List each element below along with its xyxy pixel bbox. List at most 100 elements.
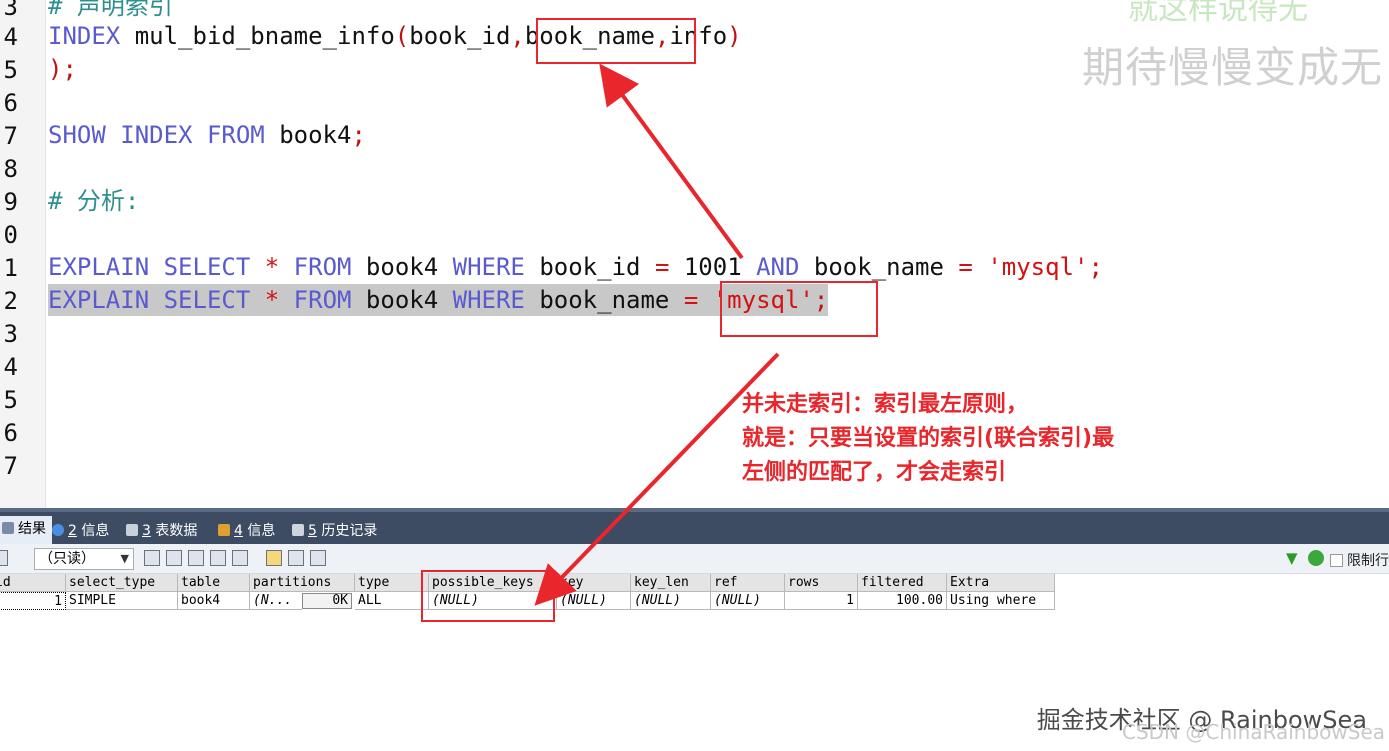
column-header-ref[interactable]: ref	[711, 574, 785, 592]
line-number: 9	[3, 188, 18, 216]
select-value: （只读）	[39, 551, 95, 567]
cell-rows[interactable]: 1	[785, 592, 858, 610]
line-number: 5	[3, 56, 18, 84]
line-number: 2	[3, 287, 18, 315]
line-number: 7	[3, 452, 18, 480]
tab-messages-2[interactable]: 2 信息	[46, 518, 115, 544]
comma: ,	[510, 22, 525, 50]
cell-filtered[interactable]: 100.00	[858, 592, 947, 610]
result-tabbar: 结果 2 信息 3 表数据 4 信息 5 历史记录	[0, 508, 1389, 544]
tab-results[interactable]: 结果	[0, 516, 52, 544]
limit-rows-label: 限制行	[1347, 553, 1389, 569]
export-icon[interactable]	[0, 550, 8, 566]
limit-rows-toggle[interactable]: 限制行	[1330, 550, 1389, 570]
column-header-partitions[interactable]: partitions	[250, 574, 355, 592]
operator: =	[683, 286, 699, 314]
cell-id[interactable]: 1	[0, 592, 66, 610]
line-number: 8	[3, 155, 18, 183]
line-number: 7	[3, 122, 18, 150]
delete-icon[interactable]	[210, 550, 226, 566]
cell-partitions[interactable]: (N...	[250, 592, 302, 610]
tab-number: 5	[308, 523, 317, 539]
line-number: 5	[3, 386, 18, 414]
code-line-12-selected[interactable]: EXPLAIN SELECT * FROM book4 WHERE book_n…	[48, 284, 829, 316]
cell-key-len[interactable]: (NULL)	[631, 592, 711, 610]
cell-type[interactable]: ALL	[355, 592, 429, 610]
info-cube-icon	[218, 524, 230, 536]
tab-history[interactable]: 5 历史记录	[286, 518, 383, 544]
column-header-key-len[interactable]: key_len	[631, 574, 711, 592]
identifier: book4	[279, 121, 352, 149]
readonly-mode-select[interactable]: （只读） ▼	[34, 548, 134, 570]
paste-row-icon[interactable]	[166, 550, 182, 566]
table-icon	[126, 524, 138, 536]
save-icon[interactable]	[188, 550, 204, 566]
cell-key[interactable]: (NULL)	[557, 592, 631, 610]
column-header-table[interactable]: table	[178, 574, 250, 592]
cell-ref[interactable]: (NULL)	[711, 592, 785, 610]
text-view-icon[interactable]	[310, 550, 326, 566]
line-number: 1	[3, 254, 18, 282]
column-header-key[interactable]: key	[557, 574, 631, 592]
info-icon	[52, 524, 64, 536]
footer-csdn-watermark: CSDN @ChinaRainbowSea	[1122, 720, 1385, 744]
identifier: book4	[365, 253, 439, 281]
keyword: WHERE	[452, 286, 525, 314]
column-header-extra[interactable]: Extra	[947, 574, 1055, 592]
cell-partitions-blob-size[interactable]: 0K	[302, 593, 352, 609]
tab-number: 3	[142, 523, 151, 539]
reset-filter-icon[interactable]	[1308, 550, 1324, 566]
highlight-box-mysql-literal	[720, 281, 878, 337]
line-number: 6	[3, 89, 18, 117]
tab-info-4[interactable]: 4 信息	[212, 518, 281, 544]
watermark-top-text: 就这样说得无	[1128, 0, 1308, 27]
number: 1001	[683, 253, 742, 281]
filter-icon[interactable]: ▼	[1286, 550, 1302, 566]
tab-table-data[interactable]: 3 表数据	[120, 518, 203, 544]
tab-label: 表数据	[150, 523, 198, 539]
code-line-9[interactable]: # 分析:	[48, 185, 139, 217]
code-line-11[interactable]: EXPLAIN SELECT * FROM book4 WHERE book_i…	[48, 251, 1103, 283]
keyword: SELECT	[163, 253, 251, 281]
cell-extra[interactable]: Using where	[947, 592, 1055, 610]
column-header-id[interactable]: id	[0, 574, 66, 592]
identifier: book_id	[409, 22, 511, 50]
tab-number: 2	[68, 523, 77, 539]
keyword: FROM	[293, 253, 352, 281]
copy-row-icon[interactable]	[144, 550, 160, 566]
tab-label: 信息	[76, 523, 110, 539]
code-line-7[interactable]: SHOW INDEX FROM book4;	[48, 119, 366, 151]
column-header-type[interactable]: type	[355, 574, 429, 592]
operator: *	[264, 286, 280, 314]
column-header-filtered[interactable]: filtered	[858, 574, 947, 592]
annotation-line-3: 左侧的匹配了，才会走索引	[742, 460, 1007, 485]
identifier: mul_bid_bname_info	[120, 22, 395, 50]
code-line-3[interactable]: # 声明索引	[48, 0, 173, 22]
keyword: WHERE	[452, 253, 525, 281]
paren: (	[394, 22, 410, 50]
column-header-select-type[interactable]: select_type	[66, 574, 178, 592]
line-number-gutter: 3 4 5 6 7 8 9 0 1 2 3 4 5 6 7	[0, 0, 46, 508]
grid-view-icon[interactable]	[266, 550, 282, 566]
operator: =	[654, 253, 670, 281]
chevron-down-icon: ▼	[120, 552, 129, 565]
paren: )	[727, 22, 742, 50]
line-number: 3	[3, 0, 18, 21]
keyword: INDEX	[48, 22, 121, 50]
tab-label: 历史记录	[316, 523, 378, 539]
line-number: 4	[3, 23, 18, 51]
refresh-icon[interactable]	[232, 550, 248, 566]
limit-rows-checkbox[interactable]	[1330, 554, 1343, 567]
keyword: SHOW	[48, 121, 106, 149]
keyword: EXPLAIN	[48, 253, 150, 281]
code-line-5[interactable]: );	[48, 53, 77, 85]
sql-editor[interactable]: 3 4 5 6 7 8 9 0 1 2 3 4 5 6 7 # 声明索引 IND…	[0, 0, 1389, 508]
line-number: 0	[3, 221, 18, 249]
cell-select-type[interactable]: SIMPLE	[66, 592, 178, 610]
keyword: INDEX	[120, 121, 193, 149]
cell-table[interactable]: book4	[178, 592, 250, 610]
form-view-icon[interactable]	[288, 550, 304, 566]
column-header-rows[interactable]: rows	[785, 574, 858, 592]
keyword: EXPLAIN	[48, 286, 150, 314]
identifier: book_id	[539, 253, 641, 281]
